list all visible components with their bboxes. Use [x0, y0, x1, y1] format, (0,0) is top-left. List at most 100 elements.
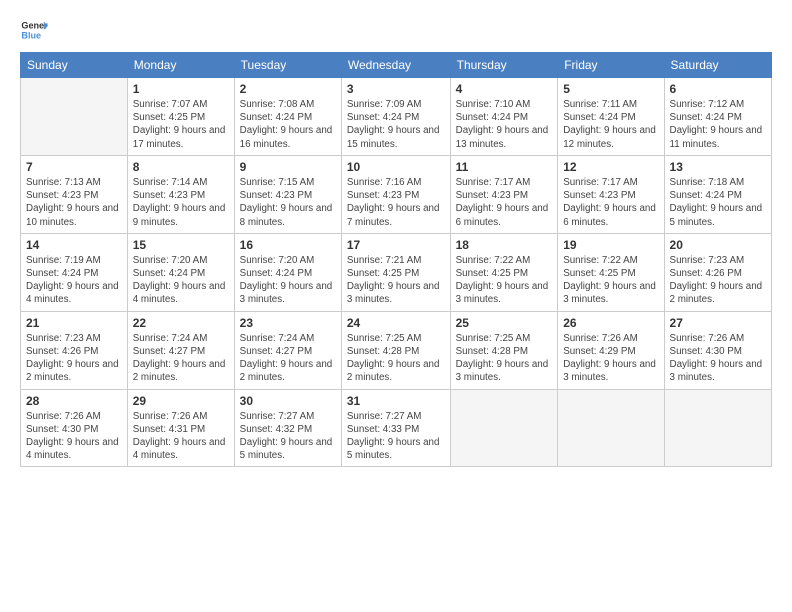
day-info: Sunrise: 7:14 AMSunset: 4:23 PMDaylight:… — [133, 176, 229, 229]
calendar-cell: 2Sunrise: 7:08 AMSunset: 4:24 PMDaylight… — [234, 78, 341, 156]
day-number: 18 — [456, 238, 553, 252]
day-number: 14 — [26, 238, 122, 252]
weekday-header-saturday: Saturday — [664, 53, 771, 78]
day-info: Sunrise: 7:23 AMSunset: 4:26 PMDaylight:… — [26, 332, 122, 385]
calendar-week-4: 21 Sunrise: 7:23 AMSunset: 4:26 PMDayligh… — [21, 311, 772, 389]
day-number: 5 — [563, 82, 658, 96]
day-number: 1 — [133, 82, 229, 96]
day-info: Sunrise: 7:26 AMSunset: 4:30 PMDaylight:… — [26, 410, 122, 463]
calendar-cell: 15 Sunrise: 7:20 AMSunset: 4:24 PMDayligh… — [127, 233, 234, 311]
day-number: 27 — [670, 316, 766, 330]
day-info: Sunrise: 7:24 AMSunset: 4:27 PMDaylight:… — [240, 332, 336, 385]
calendar-cell — [558, 389, 664, 467]
day-info: Sunrise: 7:16 AMSunset: 4:23 PMDaylight:… — [347, 176, 445, 229]
calendar-cell — [21, 78, 128, 156]
calendar-cell — [450, 389, 558, 467]
calendar-week-2: 7 Sunrise: 7:13 AMSunset: 4:23 PMDaylight… — [21, 155, 772, 233]
day-number: 9 — [240, 160, 336, 174]
calendar-cell: 19 Sunrise: 7:22 AMSunset: 4:25 PMDayligh… — [558, 233, 664, 311]
day-number: 13 — [670, 160, 766, 174]
day-info: Sunrise: 7:10 AMSunset: 4:24 PMDaylight:… — [456, 98, 553, 151]
day-info: Sunrise: 7:13 AMSunset: 4:23 PMDaylight:… — [26, 176, 122, 229]
day-number: 11 — [456, 160, 553, 174]
calendar-cell: 30Sunrise: 7:27 AMSunset: 4:32 PMDayligh… — [234, 389, 341, 467]
day-info: Sunrise: 7:26 AMSunset: 4:29 PMDaylight:… — [563, 332, 658, 385]
day-info: Sunrise: 7:24 AMSunset: 4:27 PMDaylight:… — [133, 332, 229, 385]
day-info: Sunrise: 7:08 AMSunset: 4:24 PMDaylight:… — [240, 98, 336, 151]
calendar-cell: 12Sunrise: 7:17 AMSunset: 4:23 PMDayligh… — [558, 155, 664, 233]
calendar-cell: 1 Sunrise: 7:07 AMSunset: 4:25 PMDaylight… — [127, 78, 234, 156]
day-info: Sunrise: 7:11 AMSunset: 4:24 PMDaylight:… — [563, 98, 658, 151]
calendar-cell: 20Sunrise: 7:23 AMSunset: 4:26 PMDayligh… — [664, 233, 771, 311]
calendar-cell: 10 Sunrise: 7:16 AMSunset: 4:23 PMDayligh… — [341, 155, 450, 233]
day-number: 21 — [26, 316, 122, 330]
calendar-cell: 21 Sunrise: 7:23 AMSunset: 4:26 PMDayligh… — [21, 311, 128, 389]
calendar-cell: 29 Sunrise: 7:26 AMSunset: 4:31 PMDayligh… — [127, 389, 234, 467]
day-number: 28 — [26, 394, 122, 408]
calendar-week-3: 14 Sunrise: 7:19 AMSunset: 4:24 PMDayligh… — [21, 233, 772, 311]
calendar-cell: 7 Sunrise: 7:13 AMSunset: 4:23 PMDaylight… — [21, 155, 128, 233]
day-number: 16 — [240, 238, 336, 252]
calendar-cell: 11 Sunrise: 7:17 AMSunset: 4:23 PMDayligh… — [450, 155, 558, 233]
day-number: 29 — [133, 394, 229, 408]
day-number: 4 — [456, 82, 553, 96]
calendar-cell — [664, 389, 771, 467]
day-info: Sunrise: 7:27 AMSunset: 4:33 PMDaylight:… — [347, 410, 445, 463]
day-info: Sunrise: 7:20 AMSunset: 4:24 PMDaylight:… — [133, 254, 229, 307]
day-info: Sunrise: 7:25 AMSunset: 4:28 PMDaylight:… — [347, 332, 445, 385]
calendar-cell: 23 Sunrise: 7:24 AMSunset: 4:27 PMDayligh… — [234, 311, 341, 389]
calendar-cell: 31 Sunrise: 7:27 AMSunset: 4:33 PMDayligh… — [341, 389, 450, 467]
calendar-cell: 9 Sunrise: 7:15 AMSunset: 4:23 PMDaylight… — [234, 155, 341, 233]
day-number: 12 — [563, 160, 658, 174]
day-number: 22 — [133, 316, 229, 330]
page-header: General Blue — [20, 16, 772, 44]
weekday-header-sunday: Sunday — [21, 53, 128, 78]
calendar-table: SundayMondayTuesdayWednesdayThursdayFrid… — [20, 52, 772, 467]
logo: General Blue — [20, 16, 48, 44]
day-info: Sunrise: 7:21 AMSunset: 4:25 PMDaylight:… — [347, 254, 445, 307]
day-info: Sunrise: 7:09 AMSunset: 4:24 PMDaylight:… — [347, 98, 445, 151]
day-info: Sunrise: 7:17 AMSunset: 4:23 PMDaylight:… — [456, 176, 553, 229]
calendar-header-row: SundayMondayTuesdayWednesdayThursdayFrid… — [21, 53, 772, 78]
weekday-header-tuesday: Tuesday — [234, 53, 341, 78]
day-info: Sunrise: 7:22 AMSunset: 4:25 PMDaylight:… — [456, 254, 553, 307]
calendar-week-1: 1 Sunrise: 7:07 AMSunset: 4:25 PMDaylight… — [21, 78, 772, 156]
day-info: Sunrise: 7:07 AMSunset: 4:25 PMDaylight:… — [133, 98, 229, 151]
calendar-cell: 18 Sunrise: 7:22 AMSunset: 4:25 PMDayligh… — [450, 233, 558, 311]
day-info: Sunrise: 7:20 AMSunset: 4:24 PMDaylight:… — [240, 254, 336, 307]
calendar-cell: 3 Sunrise: 7:09 AMSunset: 4:24 PMDaylight… — [341, 78, 450, 156]
day-number: 8 — [133, 160, 229, 174]
calendar-cell: 27Sunrise: 7:26 AMSunset: 4:30 PMDayligh… — [664, 311, 771, 389]
day-number: 7 — [26, 160, 122, 174]
day-info: Sunrise: 7:19 AMSunset: 4:24 PMDaylight:… — [26, 254, 122, 307]
day-number: 19 — [563, 238, 658, 252]
calendar-cell: 16 Sunrise: 7:20 AMSunset: 4:24 PMDayligh… — [234, 233, 341, 311]
calendar-cell: 24Sunrise: 7:25 AMSunset: 4:28 PMDayligh… — [341, 311, 450, 389]
day-number: 10 — [347, 160, 445, 174]
calendar-cell: 28 Sunrise: 7:26 AMSunset: 4:30 PMDayligh… — [21, 389, 128, 467]
day-info: Sunrise: 7:26 AMSunset: 4:31 PMDaylight:… — [133, 410, 229, 463]
day-info: Sunrise: 7:12 AMSunset: 4:24 PMDaylight:… — [670, 98, 766, 151]
day-number: 6 — [670, 82, 766, 96]
day-info: Sunrise: 7:18 AMSunset: 4:24 PMDaylight:… — [670, 176, 766, 229]
weekday-header-wednesday: Wednesday — [341, 53, 450, 78]
day-info: Sunrise: 7:22 AMSunset: 4:25 PMDaylight:… — [563, 254, 658, 307]
day-info: Sunrise: 7:23 AMSunset: 4:26 PMDaylight:… — [670, 254, 766, 307]
day-info: Sunrise: 7:15 AMSunset: 4:23 PMDaylight:… — [240, 176, 336, 229]
day-number: 25 — [456, 316, 553, 330]
calendar-cell: 13 Sunrise: 7:18 AMSunset: 4:24 PMDayligh… — [664, 155, 771, 233]
day-number: 15 — [133, 238, 229, 252]
calendar-cell: 6 Sunrise: 7:12 AMSunset: 4:24 PMDaylight… — [664, 78, 771, 156]
day-number: 26 — [563, 316, 658, 330]
svg-text:Blue: Blue — [21, 30, 41, 40]
calendar-week-5: 28 Sunrise: 7:26 AMSunset: 4:30 PMDayligh… — [21, 389, 772, 467]
day-number: 3 — [347, 82, 445, 96]
logo-icon: General Blue — [20, 16, 48, 44]
calendar-cell: 17Sunrise: 7:21 AMSunset: 4:25 PMDayligh… — [341, 233, 450, 311]
day-number: 31 — [347, 394, 445, 408]
calendar-cell: 8 Sunrise: 7:14 AMSunset: 4:23 PMDaylight… — [127, 155, 234, 233]
day-number: 30 — [240, 394, 336, 408]
day-number: 23 — [240, 316, 336, 330]
calendar-cell: 14 Sunrise: 7:19 AMSunset: 4:24 PMDayligh… — [21, 233, 128, 311]
weekday-header-monday: Monday — [127, 53, 234, 78]
